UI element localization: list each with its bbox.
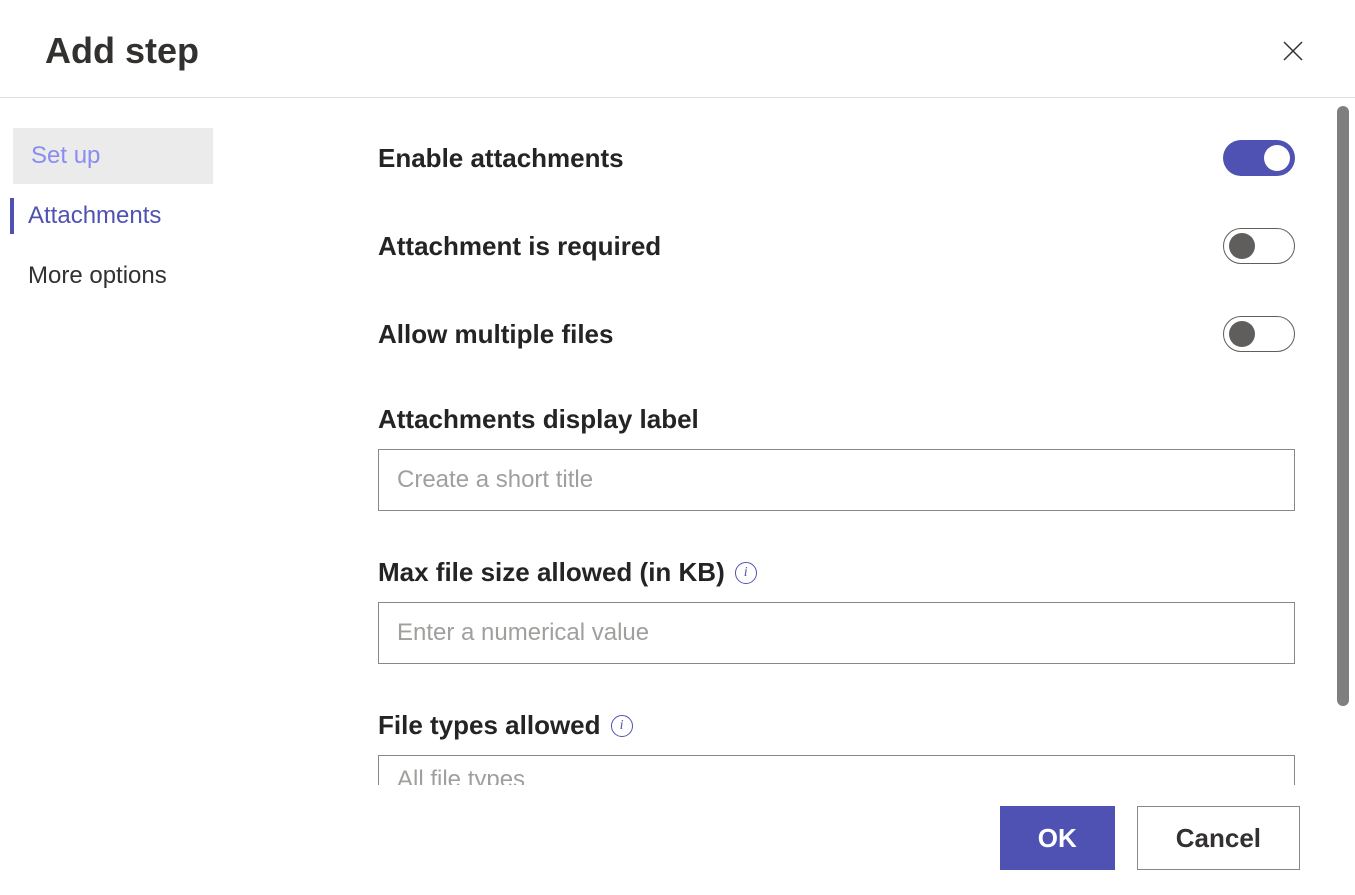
sidebar: Set up Attachments More options: [0, 98, 260, 786]
max-size-label: Max file size allowed (in KB): [378, 557, 725, 588]
max-size-input[interactable]: [378, 602, 1295, 664]
max-size-group: Max file size allowed (in KB) i: [378, 557, 1295, 664]
enable-attachments-toggle[interactable]: [1223, 140, 1295, 176]
allow-multiple-row: Allow multiple files: [378, 316, 1295, 352]
sidebar-item-more-options[interactable]: More options: [10, 248, 260, 304]
scrollbar-thumb[interactable]: [1337, 106, 1349, 706]
dialog-title: Add step: [45, 30, 199, 72]
sidebar-item-label: Attachments: [28, 202, 161, 229]
enable-attachments-label: Enable attachments: [378, 143, 624, 174]
display-label-input[interactable]: [378, 449, 1295, 511]
file-types-group: File types allowed i All file types: [378, 710, 1295, 785]
dialog-header: Add step: [0, 0, 1355, 98]
dialog-body: Set up Attachments More options Enable a…: [0, 98, 1355, 786]
max-size-label-row: Max file size allowed (in KB) i: [378, 557, 1295, 588]
cancel-button[interactable]: Cancel: [1137, 806, 1300, 870]
info-icon[interactable]: i: [735, 562, 757, 584]
sidebar-item-label: More options: [28, 262, 167, 289]
display-label-group: Attachments display label: [378, 404, 1295, 511]
attachment-required-toggle[interactable]: [1223, 228, 1295, 264]
display-label-text: Attachments display label: [378, 404, 1295, 435]
file-types-label-row: File types allowed i: [378, 710, 1295, 741]
sidebar-item-attachments[interactable]: Attachments: [10, 188, 260, 244]
main-content: Enable attachments Attachment is require…: [260, 98, 1355, 786]
sidebar-item-setup[interactable]: Set up: [13, 128, 213, 184]
toggle-knob: [1264, 145, 1290, 171]
sidebar-item-label: Set up: [31, 142, 100, 169]
dialog-footer: OK Cancel: [0, 786, 1355, 895]
file-types-select[interactable]: All file types: [378, 755, 1295, 785]
toggle-knob: [1229, 321, 1255, 347]
allow-multiple-toggle[interactable]: [1223, 316, 1295, 352]
allow-multiple-label: Allow multiple files: [378, 319, 613, 350]
info-icon[interactable]: i: [611, 715, 633, 737]
scrollbar[interactable]: [1337, 106, 1349, 756]
file-types-value: All file types: [397, 766, 525, 785]
close-button[interactable]: [1276, 34, 1310, 68]
close-icon: [1281, 39, 1305, 63]
enable-attachments-row: Enable attachments: [378, 140, 1295, 176]
attachment-required-label: Attachment is required: [378, 231, 661, 262]
ok-button[interactable]: OK: [1000, 806, 1115, 870]
toggle-knob: [1229, 233, 1255, 259]
attachment-required-row: Attachment is required: [378, 228, 1295, 264]
file-types-label: File types allowed: [378, 710, 601, 741]
